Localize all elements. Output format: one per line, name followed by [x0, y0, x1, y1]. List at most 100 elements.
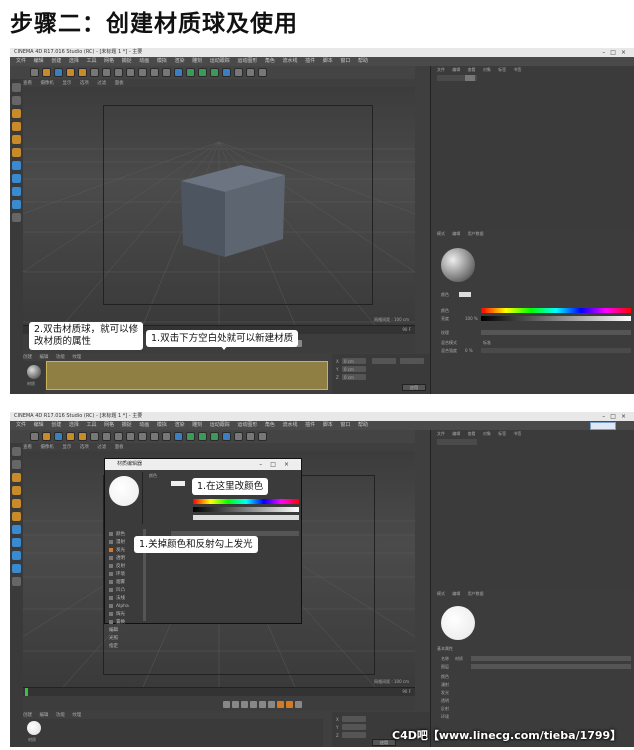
keyframe-selection-icon[interactable] [295, 700, 302, 708]
menu-window-2[interactable]: 窗口 [340, 422, 350, 428]
move-tool-icon[interactable] [54, 432, 63, 441]
cube-object[interactable] [23, 87, 415, 325]
snap-icon[interactable] [12, 525, 21, 534]
timeline-playhead[interactable] [25, 688, 28, 696]
mat-menu-edit[interactable]: 编辑 [39, 355, 48, 360]
z-axis-icon[interactable] [114, 432, 123, 441]
mode-points-icon[interactable] [12, 122, 21, 131]
autokey-icon[interactable] [286, 700, 293, 708]
y-axis-icon[interactable] [102, 432, 111, 441]
render-picture-icon[interactable] [150, 432, 159, 441]
channel-transparency-checkbox[interactable] [109, 555, 113, 560]
channel-transparency[interactable]: 透明 [109, 555, 129, 563]
menu-select[interactable]: 选择 [69, 58, 79, 64]
next-key-icon[interactable] [259, 700, 266, 708]
spline-icon[interactable] [186, 432, 195, 441]
obj-tab-view[interactable]: 查看 [468, 67, 476, 72]
timeline-ruler-2[interactable] [23, 688, 415, 696]
menu-tools[interactable]: 工具 [86, 58, 96, 64]
menu-snap[interactable]: 捕捉 [122, 58, 132, 64]
obj-tab-tags[interactable]: 标签 [498, 67, 506, 72]
coord-z-field-2[interactable] [342, 732, 366, 738]
menu-motion-tracker[interactable]: 运动跟踪 [210, 58, 230, 64]
goto-start-icon[interactable] [223, 700, 230, 708]
channel-alpha[interactable]: Alpha [109, 603, 129, 611]
channel-environment-checkbox[interactable] [109, 571, 113, 576]
snap-icon[interactable] [12, 161, 21, 170]
mat-menu-function-2[interactable]: 功能 [56, 713, 65, 718]
vp-menu-panel-2[interactable]: 面板 [115, 445, 124, 450]
menu-edit-2[interactable]: 编辑 [34, 422, 44, 428]
undo-icon[interactable] [30, 68, 39, 77]
vp-menu-options[interactable]: 选项 [80, 81, 89, 86]
locked-workplane-icon[interactable] [12, 551, 21, 560]
obj-tab-bookmarks-2[interactable]: 书签 [513, 431, 521, 436]
channel-diffuse[interactable]: 漫射 [109, 539, 129, 547]
channel-normal[interactable]: 法线 [109, 595, 129, 603]
channel-luminance-checkbox[interactable] [109, 547, 113, 552]
texture-field[interactable] [481, 330, 631, 335]
prev-key-icon[interactable] [232, 700, 239, 708]
material-empty-area[interactable] [46, 361, 328, 390]
dialog-window-controls[interactable]: –□× [259, 459, 297, 470]
goto-end-icon[interactable] [268, 700, 275, 708]
mat-menu-create-2[interactable]: 创建 [23, 713, 32, 718]
mode-object-icon[interactable] [12, 460, 21, 469]
render-settings-icon[interactable] [162, 68, 171, 77]
color-swatch[interactable] [459, 292, 471, 297]
coord-size-field[interactable] [372, 358, 396, 364]
cube-icon[interactable] [174, 68, 183, 77]
menu-simulate[interactable]: 模拟 [157, 58, 167, 64]
menu-render[interactable]: 渲染 [174, 58, 184, 64]
rotate-tool-icon[interactable] [78, 432, 87, 441]
mode-polygons-icon[interactable] [12, 512, 21, 521]
channel-reflectance-checkbox[interactable] [109, 563, 113, 568]
deformer-icon[interactable] [222, 68, 231, 77]
dialog-hue-slider[interactable] [193, 499, 299, 504]
array-icon[interactable] [210, 68, 219, 77]
attr-tab-edit[interactable]: 编辑 [452, 231, 460, 236]
dialog-brightness-slider[interactable] [193, 507, 299, 512]
undo-icon[interactable] [30, 432, 39, 441]
menu-character-2[interactable]: 角色 [265, 422, 275, 428]
coord-y-field-2[interactable] [342, 724, 366, 730]
layer-field[interactable] [471, 664, 631, 669]
mode-polygons-icon[interactable] [12, 148, 21, 157]
array-icon[interactable] [210, 432, 219, 441]
scene-icon[interactable] [234, 68, 243, 77]
channel-alpha-checkbox[interactable] [109, 603, 113, 608]
material-ball[interactable] [27, 365, 41, 379]
perspective-viewport[interactable]: 网格间距 : 100 cm [23, 87, 415, 325]
tweak-icon[interactable] [12, 213, 21, 222]
coordinate-system-icon[interactable] [126, 68, 135, 77]
cube-icon[interactable] [174, 432, 183, 441]
material-manager[interactable]: 材质 [23, 361, 45, 394]
channel-normal-checkbox[interactable] [109, 595, 113, 600]
obj-tab-tags-2[interactable]: 标签 [498, 431, 506, 436]
hue-slider[interactable] [481, 308, 631, 313]
mode-model-icon[interactable] [12, 447, 21, 456]
vp-menu-filter[interactable]: 过滤 [97, 81, 106, 86]
menu-sculpt[interactable]: 雕刻 [192, 58, 202, 64]
menu-motion-tracker-2[interactable]: 运动跟踪 [210, 422, 230, 428]
attr-tab-edit-2[interactable]: 编辑 [452, 591, 460, 596]
obj-tab-object-2[interactable]: 对象 [483, 431, 491, 436]
menu-plugins-2[interactable]: 插件 [305, 422, 315, 428]
menu-edit[interactable]: 编辑 [34, 58, 44, 64]
coordinate-system-icon[interactable] [126, 432, 135, 441]
attr-tab-mode-2[interactable]: 模式 [437, 591, 445, 596]
select-tool-icon[interactable] [42, 68, 51, 77]
menu-sculpt-2[interactable]: 雕刻 [192, 422, 202, 428]
channel-environment[interactable]: 环境 [109, 571, 129, 579]
light-icon[interactable] [258, 68, 267, 77]
obj-tab-bookmarks[interactable]: 书签 [513, 67, 521, 72]
channel-displacement-checkbox[interactable] [109, 619, 113, 624]
menu-plugins[interactable]: 插件 [305, 58, 315, 64]
object-row-cube-2[interactable] [437, 439, 477, 445]
render-view-icon[interactable] [138, 68, 147, 77]
material-ball-white[interactable] [27, 721, 41, 735]
camera-icon[interactable] [246, 432, 255, 441]
name-field[interactable] [471, 656, 631, 661]
mode-edges-icon[interactable] [12, 135, 21, 144]
channel-luminance[interactable]: 发光 [109, 547, 129, 555]
